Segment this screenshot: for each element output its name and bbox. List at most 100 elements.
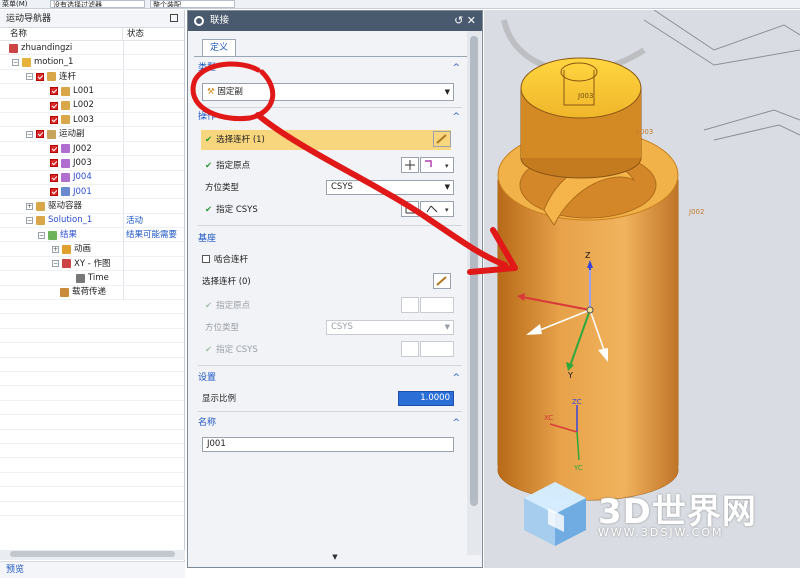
chevron-down-icon: ▼	[444, 88, 450, 96]
tree-row-label: 连杆	[59, 71, 77, 82]
point-inferred-dropdown[interactable]: ▾	[420, 157, 454, 173]
section-label: 设置	[198, 373, 217, 383]
menu-button[interactable]: 菜单(M)	[0, 0, 40, 8]
assembly-scope-dropdown[interactable]: 整个装配	[150, 0, 235, 8]
visibility-checkbox[interactable]	[36, 130, 44, 139]
snap-link-checkbox[interactable]	[202, 255, 210, 263]
solution-icon	[36, 216, 45, 226]
select-link-row[interactable]: ✔ 选择连杆 (1)	[205, 133, 265, 147]
axis-label-z: Z	[585, 251, 591, 260]
settings-section-header[interactable]: 设置 ^	[198, 371, 462, 385]
collapse-caret-icon[interactable]: ^	[452, 61, 460, 75]
watermark-cube-logo	[524, 482, 586, 546]
scrollbar-thumb[interactable]	[10, 551, 175, 557]
collapse-icon[interactable]: −	[52, 260, 59, 268]
tree-row-joints[interactable]: − 运动副	[0, 127, 184, 142]
column-name[interactable]: 名称	[0, 28, 123, 40]
tree-row-l001[interactable]: L001	[0, 84, 184, 99]
preview-section[interactable]: 预览	[0, 561, 185, 578]
link-icon	[61, 101, 70, 111]
tab-define[interactable]: 定义	[202, 39, 236, 57]
collapse-caret-icon[interactable]: ^	[452, 371, 460, 385]
tree-row-load-transfer[interactable]: 载荷传递	[0, 285, 184, 301]
check-icon: ✔	[205, 161, 213, 171]
navigator-title: 运动导航器	[0, 10, 184, 28]
visibility-checkbox[interactable]	[50, 144, 58, 153]
navigator-tree: zhuandingzi − motion_1 − 连杆 L001 L002 L003…	[0, 41, 184, 516]
visibility-checkbox[interactable]	[50, 173, 58, 182]
snap-link-row[interactable]: 啮合连杆	[202, 253, 248, 267]
animation-icon	[62, 244, 71, 254]
collapse-icon[interactable]: −	[38, 231, 45, 239]
selection-filter-dropdown[interactable]: 没有选择过滤器	[50, 0, 145, 8]
csys-inferred-dropdown[interactable]: ▾	[420, 201, 454, 217]
point-dialog-base-button	[401, 297, 419, 313]
collapse-icon[interactable]: −	[12, 58, 19, 66]
tree-row-j001[interactable]: J001	[0, 184, 184, 200]
tree-row-l003[interactable]: L003	[0, 112, 184, 128]
tree-row-time[interactable]: Time	[0, 271, 184, 286]
tree-row-assembly[interactable]: zhuandingzi	[0, 41, 184, 56]
name-input[interactable]: J001	[202, 437, 454, 452]
specify-csys-row[interactable]: ✔ 指定 CSYS	[205, 203, 258, 217]
joint-type-dropdown[interactable]: ⚒ 固定副 ▼	[202, 83, 454, 101]
collapse-icon[interactable]: −	[26, 130, 33, 138]
specify-origin-row[interactable]: ✔ 指定原点	[205, 159, 250, 173]
tree-row-drivers[interactable]: + 驱动容器	[0, 199, 184, 214]
tree-row-label: XY - 作图	[74, 258, 111, 269]
collapse-caret-icon[interactable]: ^	[452, 232, 460, 246]
csys-inferred-base-dropdown	[420, 341, 454, 357]
expand-icon[interactable]: +	[26, 202, 33, 210]
orientation-type-base-label: 方位类型	[205, 323, 240, 333]
chevron-down-icon: ▼	[444, 183, 450, 191]
collapse-icon[interactable]: −	[26, 217, 33, 225]
expand-icon[interactable]: +	[52, 245, 59, 253]
collapse-caret-icon[interactable]: ^	[452, 110, 460, 124]
tree-row-l002[interactable]: L002	[0, 98, 184, 113]
visibility-checkbox[interactable]	[36, 72, 44, 81]
joint-icon	[61, 144, 70, 154]
tree-row-j003[interactable]: J003	[0, 156, 184, 171]
expand-footer-icon[interactable]: ▼	[188, 553, 482, 567]
select-link-button[interactable]	[433, 131, 451, 147]
orientation-type-dropdown[interactable]: CSYS ▼	[326, 180, 454, 195]
visibility-checkbox[interactable]	[50, 187, 58, 196]
point-dialog-button[interactable]	[401, 157, 419, 173]
csys-dialog-button[interactable]	[401, 201, 419, 217]
action-section-header[interactable]: 操作 ^	[198, 110, 462, 124]
tree-row-xy-plot[interactable]: − XY - 作图	[0, 256, 184, 272]
tree-row-j002[interactable]: J002	[0, 141, 184, 157]
tree-row-motion[interactable]: − motion_1	[0, 55, 184, 70]
motion-icon	[22, 57, 31, 67]
joint-icon	[47, 129, 56, 139]
collapse-caret-icon[interactable]: ^	[452, 416, 460, 430]
collapse-icon[interactable]: −	[26, 73, 33, 81]
visibility-checkbox[interactable]	[50, 87, 58, 96]
viewport-label-l003: L003	[636, 128, 653, 136]
tree-row-j004[interactable]: J004	[0, 170, 184, 185]
column-status[interactable]: 状态	[123, 28, 144, 40]
display-scale-input[interactable]: 1.0000	[398, 391, 454, 406]
tree-row-links[interactable]: − 连杆	[0, 69, 184, 85]
chevron-down-icon: ▼	[444, 323, 450, 331]
tree-row-label: J003	[73, 157, 92, 168]
gear-icon[interactable]	[194, 16, 204, 26]
tree-row-animation[interactable]: + 动画	[0, 242, 184, 257]
driver-icon	[36, 201, 45, 211]
base-section-header[interactable]: 基座 ^	[198, 232, 462, 246]
results-icon	[48, 230, 57, 240]
tree-row-label: L002	[73, 100, 94, 111]
dialog-scrollbar-thumb[interactable]	[470, 36, 478, 506]
tree-row-results[interactable]: − 结果 结果可能需要	[0, 228, 184, 243]
tree-row-solution[interactable]: − Solution_1 活动	[0, 213, 184, 229]
type-section-header[interactable]: 类型 ^	[198, 61, 462, 75]
maximize-icon[interactable]	[170, 14, 178, 22]
specify-origin-base-label: 指定原点	[216, 301, 251, 311]
visibility-checkbox[interactable]	[50, 159, 58, 168]
reset-close-icons[interactable]: ↺ ✕	[454, 11, 476, 31]
visibility-checkbox[interactable]	[50, 115, 58, 124]
visibility-checkbox[interactable]	[50, 101, 58, 110]
name-section-header[interactable]: 名称 ^	[198, 416, 462, 430]
select-link-base-button[interactable]	[433, 273, 451, 289]
plug-top-face	[520, 57, 642, 119]
